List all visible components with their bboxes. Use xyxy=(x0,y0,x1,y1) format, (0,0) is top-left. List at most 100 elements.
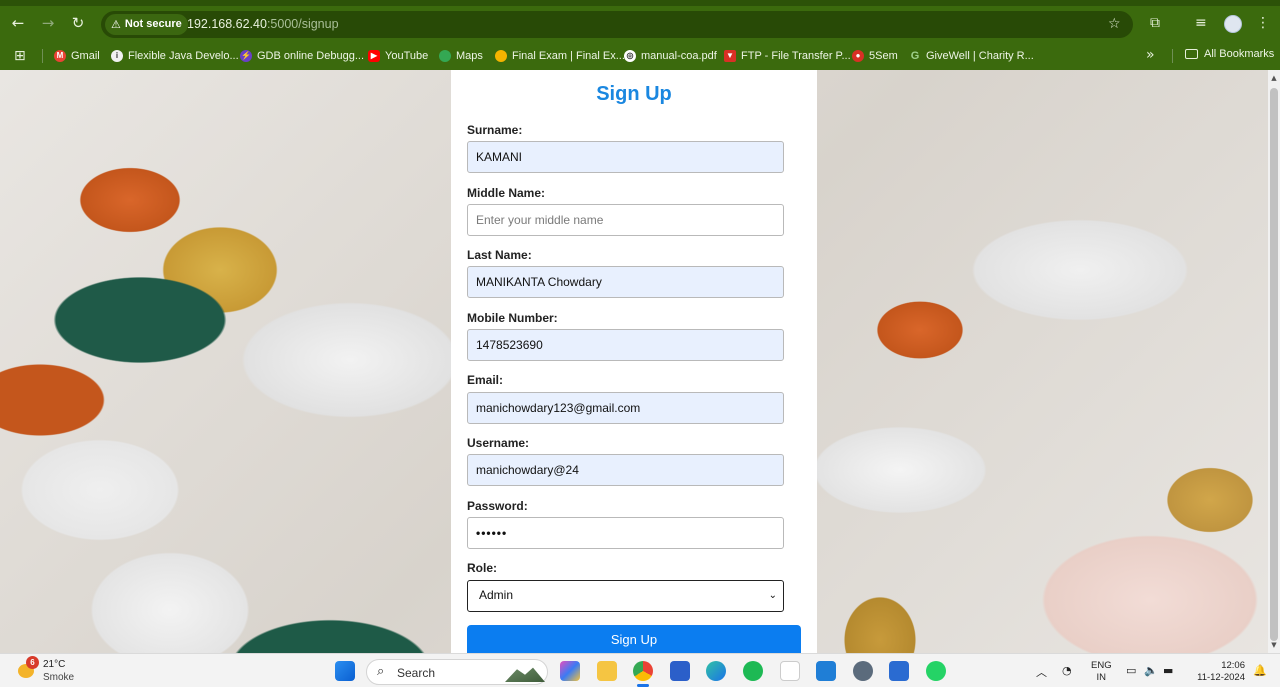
bookmark-ftp[interactable]: ▼ FTP - File Transfer P... xyxy=(724,48,851,64)
weather-notification-badge: 6 xyxy=(26,656,39,669)
bookmark-label: Gmail xyxy=(71,50,100,62)
settings-gear-icon[interactable] xyxy=(853,661,873,681)
input-language-indicator[interactable]: ENG IN xyxy=(1091,660,1112,684)
url-path: :5000/signup xyxy=(266,17,339,31)
bookmark-gdb[interactable]: ⚡ GDB online Debugg... xyxy=(240,48,364,64)
gdb-icon: ⚡ xyxy=(240,50,252,62)
profile-avatar[interactable] xyxy=(1224,15,1242,33)
bookmark-star-icon[interactable]: ☆ xyxy=(1108,16,1121,32)
microsoft-store-icon[interactable] xyxy=(670,661,690,681)
signup-form-card: Sign Up Surname: KAMANI Middle Name: Ent… xyxy=(451,70,817,653)
maps-pin-icon xyxy=(439,50,451,62)
bookmark-5sem[interactable]: ● 5Sem xyxy=(852,48,898,64)
bookmark-label: Final Exam | Final Ex... xyxy=(512,50,625,62)
bookmark-maps[interactable]: Maps xyxy=(439,48,483,64)
bookmark-label: FTP - File Transfer P... xyxy=(741,50,851,62)
password-label: Password: xyxy=(467,499,528,513)
apps-grid-icon[interactable]: ⊞ xyxy=(14,48,26,64)
bookmark-givewell[interactable]: G GiveWell | Charity R... xyxy=(909,48,1034,64)
chrome-icon[interactable] xyxy=(633,661,653,681)
bookmark-label: Maps xyxy=(456,50,483,62)
role-select[interactable]: Admin ⌄ xyxy=(467,580,784,612)
bookmark-final-exam[interactable]: Final Exam | Final Ex... xyxy=(495,48,625,64)
middle-name-input[interactable]: Enter your middle name xyxy=(467,204,784,236)
tab-strip xyxy=(0,0,1280,6)
bookmark-flexible-java[interactable]: i Flexible Java Develo... xyxy=(111,48,239,64)
middle-name-label: Middle Name: xyxy=(467,186,546,200)
copilot-icon[interactable] xyxy=(560,661,580,681)
signup-submit-button[interactable]: Sign Up xyxy=(467,625,801,653)
scroll-down-arrow-icon[interactable]: ▼ xyxy=(1268,639,1280,651)
scroll-up-arrow-icon[interactable]: ▲ xyxy=(1268,72,1280,84)
mobile-number-input[interactable]: 1478523690 xyxy=(467,329,784,361)
surname-label: Surname: xyxy=(467,123,523,137)
all-bookmarks-label: All Bookmarks xyxy=(1204,48,1275,60)
weather-description[interactable]: Smoke xyxy=(43,672,74,683)
show-hidden-icons-chevron-icon[interactable]: ︿ xyxy=(1036,664,1047,680)
security-chip[interactable]: ⚠ Not secure xyxy=(105,14,188,35)
all-bookmarks-button[interactable]: All Bookmarks xyxy=(1185,48,1274,60)
bookmark-label: manual-coa.pdf xyxy=(641,50,717,62)
forward-arrow-icon[interactable]: → xyxy=(39,14,57,32)
scrollbar-thumb[interactable] xyxy=(1270,88,1278,641)
weather-temperature[interactable]: 21°C xyxy=(43,659,65,670)
email-input[interactable]: manichowdary123@gmail.com xyxy=(467,392,784,424)
network-icon[interactable]: ▭ xyxy=(1126,664,1136,677)
more-bookmarks-chevron-icon[interactable]: » xyxy=(1146,47,1155,63)
notification-bell-icon[interactable]: 🔔 xyxy=(1253,664,1267,677)
language-code: ENG xyxy=(1091,660,1112,671)
vscode-icon[interactable] xyxy=(816,661,836,681)
weather-widget[interactable]: 6 xyxy=(16,656,39,680)
taskbar-search-box[interactable]: ⌕ Search xyxy=(366,659,548,685)
edge-icon[interactable] xyxy=(706,661,726,681)
reload-icon[interactable]: ↻ xyxy=(69,14,87,32)
reading-list-icon[interactable]: ≡ xyxy=(1195,15,1207,31)
extensions-icon[interactable]: ⧉ xyxy=(1150,15,1160,31)
clock-date: 11-12-2024 xyxy=(1197,672,1245,683)
username-input[interactable]: manichowdary@24 xyxy=(467,454,784,486)
page-scrollbar[interactable]: ▲ ▼ xyxy=(1268,70,1280,653)
bookmark-label: YouTube xyxy=(385,50,429,62)
spotify-icon[interactable] xyxy=(743,661,763,681)
windows-start-icon[interactable] xyxy=(335,661,355,681)
tray-app-icon[interactable]: ◔ xyxy=(1062,664,1072,677)
whatsapp-icon[interactable] xyxy=(926,661,946,681)
search-label: Search xyxy=(397,666,436,680)
back-arrow-icon[interactable]: ← xyxy=(9,14,27,32)
password-input[interactable]: •••••• xyxy=(467,517,784,549)
url-host: 192.168.62.40 xyxy=(187,17,267,31)
search-icon: ⌕ xyxy=(377,664,385,679)
clock-time: 12:06 xyxy=(1221,660,1245,671)
bookmark-label: GiveWell | Charity R... xyxy=(926,50,1034,62)
surname-input[interactable]: KAMANI xyxy=(467,141,784,173)
menu-kebab-icon[interactable]: ⋮ xyxy=(1256,15,1270,31)
youtube-icon: ▶ xyxy=(368,50,380,62)
folder-icon xyxy=(1185,49,1198,59)
role-label: Role: xyxy=(467,561,497,575)
system-clock[interactable]: 12:06 11-12-2024 xyxy=(1193,660,1245,684)
bookmark-manual-coa[interactable]: ◎ manual-coa.pdf xyxy=(624,48,717,64)
last-name-input[interactable]: MANIKANTA Chowdary xyxy=(467,266,784,298)
final-exam-icon xyxy=(495,50,507,62)
bookmark-youtube[interactable]: ▶ YouTube xyxy=(368,48,428,64)
chevron-down-icon: ⌄ xyxy=(768,590,777,601)
volume-icon[interactable]: 🔈 xyxy=(1144,664,1158,677)
battery-icon[interactable]: ▬ xyxy=(1163,664,1173,677)
file-explorer-icon[interactable] xyxy=(597,661,617,681)
notepad-icon[interactable] xyxy=(889,661,909,681)
username-label: Username: xyxy=(467,436,530,450)
search-highlight-mountain-icon xyxy=(505,667,545,682)
info-icon: i xyxy=(111,50,123,62)
mobile-number-label: Mobile Number: xyxy=(467,311,558,325)
globe-icon: ◎ xyxy=(624,50,636,62)
url-text[interactable]: 192.168.62.40:5000/signup xyxy=(187,17,339,31)
last-name-label: Last Name: xyxy=(467,248,532,262)
mongodb-compass-icon[interactable] xyxy=(780,661,800,681)
region-code: IN xyxy=(1096,672,1107,683)
5sem-icon: ● xyxy=(852,50,864,62)
bookmark-gmail[interactable]: M Gmail xyxy=(54,48,100,64)
security-label: Not secure xyxy=(124,18,182,30)
bookmark-label: Flexible Java Develo... xyxy=(128,50,239,62)
ftp-icon: ▼ xyxy=(724,50,736,62)
google-g-icon: G xyxy=(910,50,920,62)
